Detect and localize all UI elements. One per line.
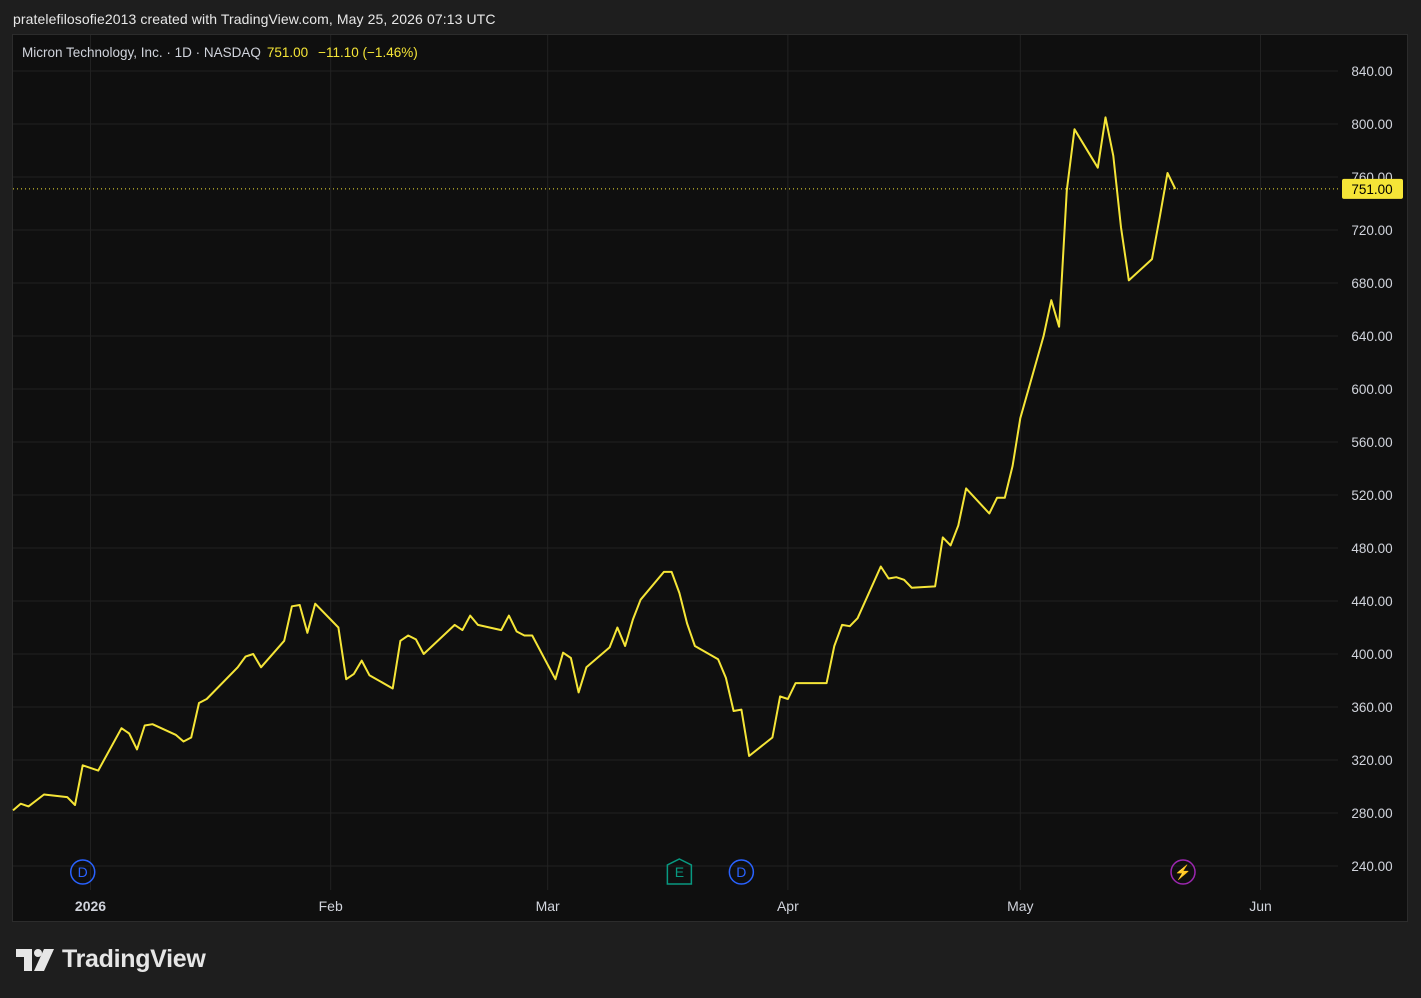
y-tick-label: 840.00 xyxy=(1351,64,1392,79)
split-marker[interactable]: ⚡ xyxy=(1170,859,1196,885)
y-tick-label: 440.00 xyxy=(1351,594,1392,609)
y-tick-label: 560.00 xyxy=(1351,435,1392,450)
last-price-label: 751.00 xyxy=(1351,182,1392,197)
y-tick-label: 360.00 xyxy=(1351,700,1392,715)
dividend-marker[interactable]: D xyxy=(728,859,755,885)
price-line xyxy=(12,116,1177,812)
y-tick-label: 600.00 xyxy=(1351,382,1392,397)
tradingview-logo[interactable]: TradingView xyxy=(16,945,206,974)
x-tick-label: May xyxy=(1007,898,1033,914)
y-tick-label: 400.00 xyxy=(1351,647,1392,662)
dividend-marker-label: D xyxy=(736,864,746,880)
x-tick-label: Apr xyxy=(777,898,799,914)
x-tick-label: Feb xyxy=(319,898,343,914)
y-tick-label: 680.00 xyxy=(1351,276,1392,291)
earnings-marker-label: E xyxy=(675,864,684,880)
y-tick-label: 480.00 xyxy=(1351,541,1392,556)
tradingview-logo-text: TradingView xyxy=(62,945,206,973)
chart-legend: Micron Technology, Inc. · 1D · NASDAQ 75… xyxy=(22,45,418,60)
y-tick-label: 720.00 xyxy=(1351,223,1392,238)
y-tick-label: 640.00 xyxy=(1351,329,1392,344)
dividend-marker-label: D xyxy=(78,864,88,880)
y-tick-label: 320.00 xyxy=(1351,753,1392,768)
tradingview-logo-icon xyxy=(16,948,54,971)
legend-price: 751.00 xyxy=(266,45,309,60)
y-tick-label: 280.00 xyxy=(1351,806,1392,821)
split-marker-label: ⚡ xyxy=(1174,864,1191,881)
y-tick-label: 240.00 xyxy=(1351,859,1392,874)
x-tick-label: Jun xyxy=(1249,898,1272,914)
legend-change: −11.10 (−1.46%) xyxy=(318,45,418,60)
earnings-marker[interactable]: E xyxy=(666,858,693,885)
legend-symbol: Micron Technology, Inc. · 1D · NASDAQ xyxy=(22,45,261,60)
y-tick-label: 800.00 xyxy=(1351,117,1392,132)
x-tick-label: 2026 xyxy=(75,898,106,914)
price-chart[interactable]: 840.00800.00760.00720.00680.00640.00600.… xyxy=(0,0,1421,998)
dividend-marker[interactable]: D xyxy=(69,859,96,885)
x-tick-label: Mar xyxy=(536,898,560,914)
y-tick-label: 520.00 xyxy=(1351,488,1392,503)
